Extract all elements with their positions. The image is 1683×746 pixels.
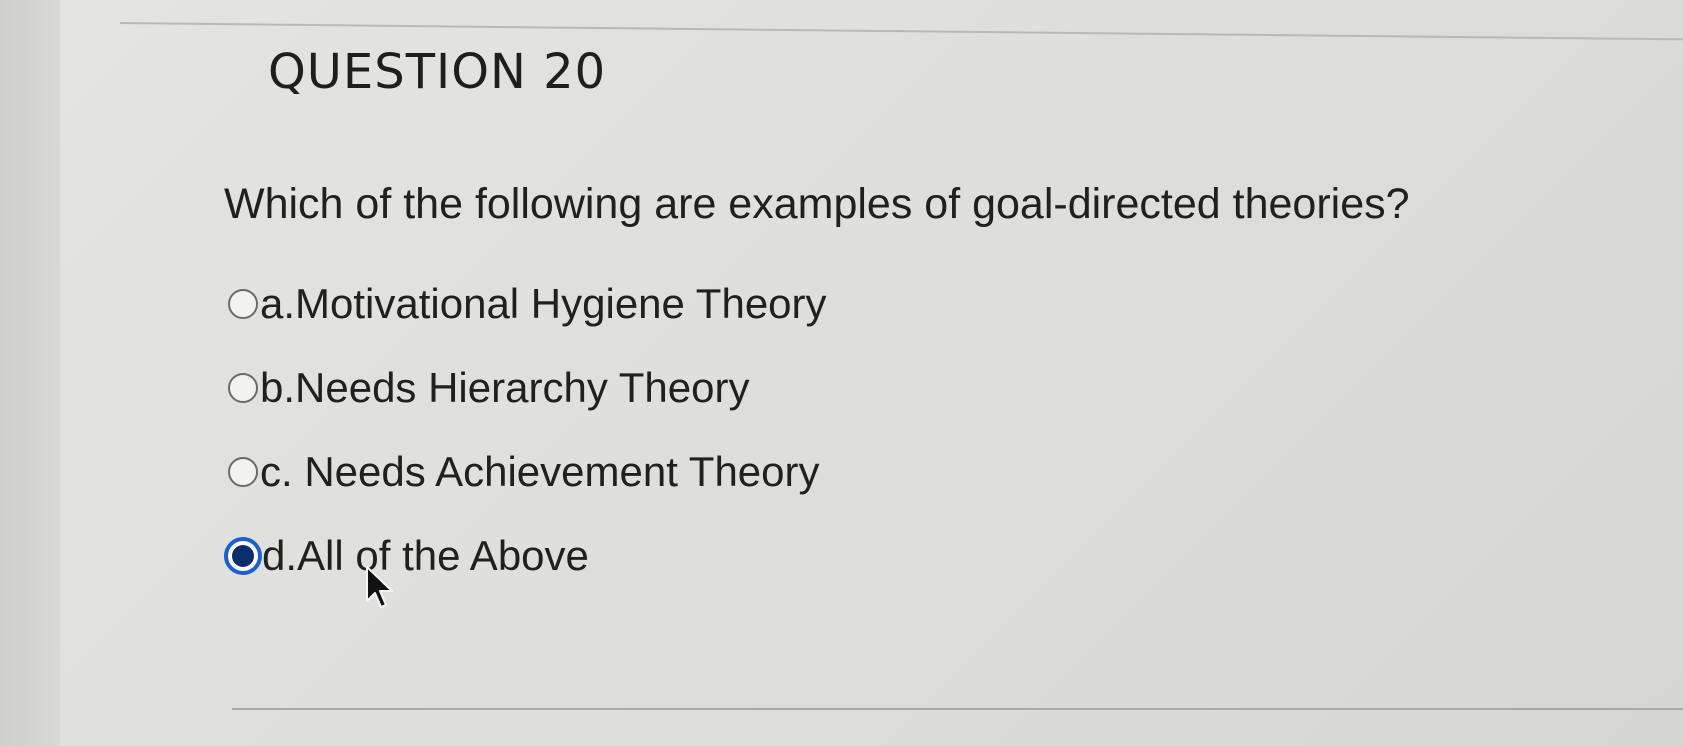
- option-b[interactable]: b.Needs Hierarchy Theory: [228, 346, 827, 430]
- option-b-label[interactable]: b.Needs Hierarchy Theory: [260, 364, 749, 412]
- radio-option-b[interactable]: [228, 373, 258, 403]
- option-a[interactable]: a.Motivational Hygiene Theory: [228, 262, 827, 346]
- bottom-divider: [232, 708, 1683, 710]
- option-d[interactable]: d.All of the Above: [224, 514, 827, 598]
- option-c-label[interactable]: c. Needs Achievement Theory: [260, 448, 820, 496]
- question-title: QUESTION 20: [268, 44, 607, 100]
- option-d-label[interactable]: d.All of the Above: [262, 532, 589, 580]
- radio-option-d-selected[interactable]: [224, 537, 262, 575]
- question-prompt: Which of the following are examples of g…: [224, 180, 1410, 228]
- mouse-pointer-icon: [366, 566, 393, 608]
- radio-option-c[interactable]: [228, 457, 258, 487]
- option-c[interactable]: c. Needs Achievement Theory: [228, 430, 827, 514]
- radio-option-a[interactable]: [228, 289, 258, 319]
- page-left-margin: [0, 0, 60, 746]
- option-a-label[interactable]: a.Motivational Hygiene Theory: [260, 280, 827, 328]
- answer-options: a.Motivational Hygiene Theory b.Needs Hi…: [224, 262, 827, 598]
